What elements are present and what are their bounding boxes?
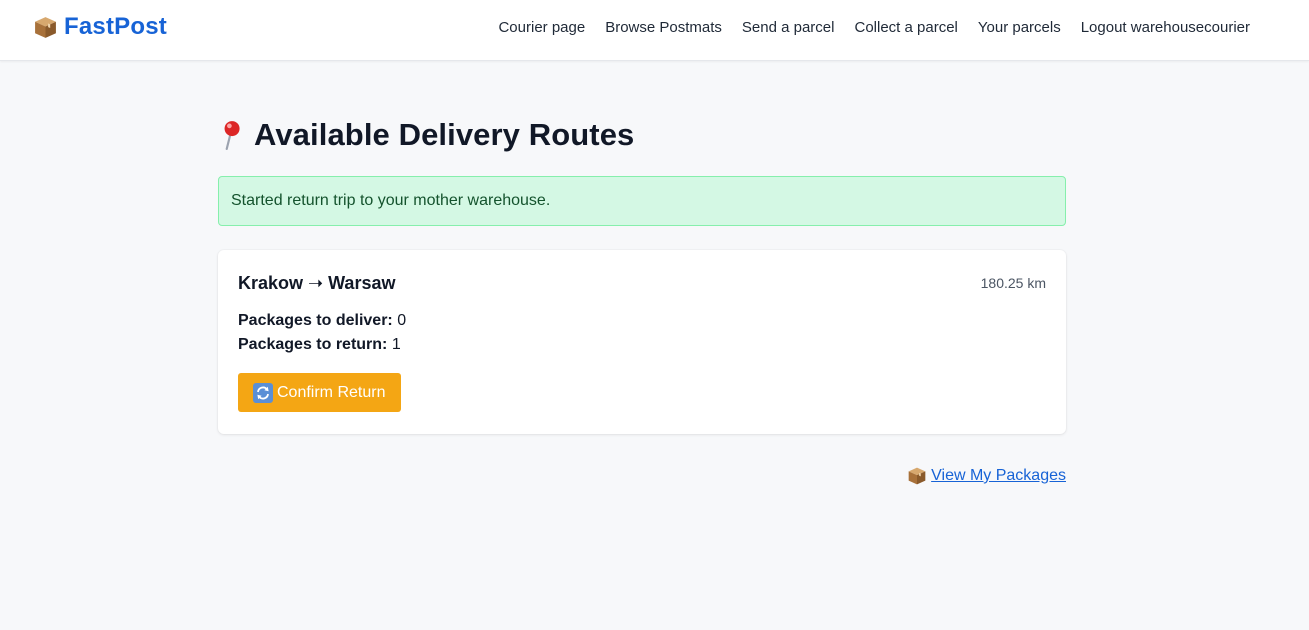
page-heading: Available Delivery Routes <box>254 117 635 152</box>
return-arrows-icon <box>253 382 273 403</box>
nav-courier-page[interactable]: Courier page <box>498 19 585 36</box>
page-title: Available Delivery Routes <box>218 117 1066 153</box>
deliver-label: Packages to deliver: <box>238 312 393 329</box>
confirm-return-button[interactable]: Confirm Return <box>238 373 402 412</box>
nav-send-parcel[interactable]: Send a parcel <box>742 19 835 36</box>
nav-browse-postmats[interactable]: Browse Postmats <box>605 19 722 36</box>
deliver-count: 0 <box>397 312 407 329</box>
pin-icon <box>224 121 240 150</box>
brand-logo-link[interactable]: FastPost <box>33 13 167 41</box>
nav-logout[interactable]: Logout warehousecourier <box>1081 19 1250 36</box>
packages-to-deliver: Packages to deliver: 0 <box>238 309 1046 333</box>
nav-your-parcels[interactable]: Your parcels <box>978 19 1061 36</box>
packages-to-return: Packages to return: 1 <box>238 333 1046 357</box>
route-distance: 180.25 km <box>980 275 1046 291</box>
navbar: FastPost Courier page Browse Postmats Se… <box>0 0 1309 61</box>
brand-name: FastPost <box>64 13 167 40</box>
route-header: Krakow ➝ Warsaw 180.25 km <box>238 270 1046 296</box>
alert-message: Started return trip to your mother wareh… <box>231 192 551 209</box>
route-name: Krakow ➝ Warsaw <box>238 272 396 293</box>
success-alert: Started return trip to your mother wareh… <box>218 176 1066 226</box>
route-stats: Packages to deliver: 0 Packages to retur… <box>238 309 1046 357</box>
return-count: 1 <box>391 336 401 353</box>
return-label: Packages to return: <box>238 336 388 353</box>
confirm-return-label: Confirm Return <box>277 383 386 401</box>
package-icon <box>35 16 56 38</box>
package-icon <box>908 467 926 485</box>
nav-collect-parcel[interactable]: Collect a parcel <box>854 19 957 36</box>
main-nav: Courier page Browse Postmats Send a parc… <box>498 19 1250 36</box>
route-card: Krakow ➝ Warsaw 180.25 km Packages to de… <box>218 250 1066 434</box>
view-my-packages-link[interactable]: View My Packages <box>931 467 1066 485</box>
footer-link-row: View My Packages <box>218 466 1066 486</box>
main-content: Available Delivery Routes Started return… <box>218 61 1066 486</box>
